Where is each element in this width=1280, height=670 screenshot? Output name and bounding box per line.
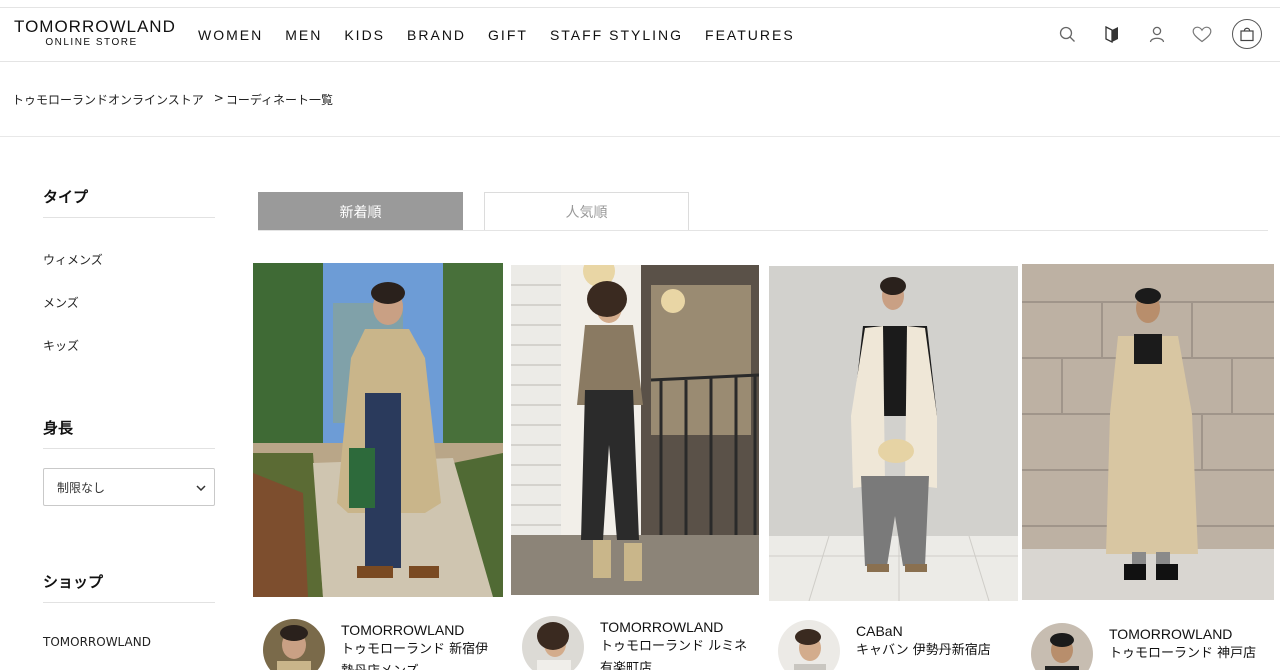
heart-icon[interactable] xyxy=(1187,18,1217,50)
header-icons xyxy=(1037,18,1262,50)
height-select[interactable]: 制限なし xyxy=(43,468,215,506)
nav-kids[interactable]: KIDS xyxy=(344,27,385,43)
staff-text: TOMORROWLAND トゥモローランド ルミネ 有楽町店 xyxy=(600,619,747,670)
nav-women[interactable]: WOMEN xyxy=(198,27,263,43)
coordinate-photo[interactable] xyxy=(769,266,1018,601)
tabs-underline xyxy=(258,230,1268,231)
search-icon[interactable] xyxy=(1052,18,1082,50)
coordinate-photo[interactable] xyxy=(1022,264,1274,600)
staff-brand: TOMORROWLAND xyxy=(600,619,724,635)
type-womens[interactable]: ウィメンズ xyxy=(43,251,215,268)
staff-avatar[interactable] xyxy=(263,619,325,670)
tab-newest[interactable]: 新着順 xyxy=(258,192,463,231)
shopping-bag-icon[interactable] xyxy=(1232,18,1262,50)
breadcrumb: トゥモローランドオンラインストア > コーディネート一覧 xyxy=(12,91,333,108)
height-select-value: 制限なし xyxy=(57,480,106,495)
staff-brand: CABaN xyxy=(856,623,903,639)
breadcrumb-home[interactable]: トゥモローランドオンラインストア xyxy=(12,91,204,108)
type-kids[interactable]: キッズ xyxy=(43,337,215,354)
staff-text: TOMORROWLAND トゥモローランド 神戸店 xyxy=(1109,626,1256,670)
type-mens[interactable]: メンズ xyxy=(43,294,215,311)
staff-brand: TOMORROWLAND xyxy=(341,622,465,638)
site-header: TOMORROWLAND ONLINE STORE WOMEN MEN KIDS… xyxy=(0,8,1280,62)
tab-popular[interactable]: 人気順 xyxy=(484,192,689,231)
coordinate-photo[interactable] xyxy=(511,265,759,595)
nav-brand[interactable]: BRAND xyxy=(407,27,466,43)
staff-shop-line-1: トゥモローランド 神戸店 xyxy=(1109,646,1257,661)
nav-men[interactable]: MEN xyxy=(285,27,322,43)
nav-staff-styling[interactable]: STAFF STYLING xyxy=(550,27,683,43)
breadcrumb-divider xyxy=(0,136,1280,137)
shop-tomorrowland[interactable]: TOMORROWLAND xyxy=(43,635,215,649)
staff-shop-line-2: 有楽町店 xyxy=(600,661,653,670)
sort-tabs: 新着順 人気順 xyxy=(258,192,689,231)
staff-text: TOMORROWLAND トゥモローランド 新宿伊 勢丹店メンズ xyxy=(341,622,488,670)
filter-sidebar: タイプ ウィメンズ メンズ キッズ 身長 制限なし ショップ TOMORROWL… xyxy=(43,186,215,649)
staff-avatar[interactable] xyxy=(522,616,584,670)
staff-info: TOMORROWLAND トゥモローランド 神戸店 xyxy=(1031,623,1256,670)
staff-shop-line-1: トゥモローランド 新宿伊 xyxy=(341,642,489,657)
staff-info: TOMORROWLAND トゥモローランド ルミネ 有楽町店 xyxy=(522,616,747,670)
staff-info: CABaN キャバン 伊勢丹新宿店 xyxy=(778,620,991,670)
user-icon[interactable] xyxy=(1142,18,1172,50)
coordinate-photo[interactable] xyxy=(253,263,503,597)
nav-features[interactable]: FEATURES xyxy=(705,27,795,43)
beginner-mark-icon[interactable] xyxy=(1097,18,1127,50)
staff-info: TOMORROWLAND トゥモローランド 新宿伊 勢丹店メンズ xyxy=(263,619,488,670)
staff-avatar[interactable] xyxy=(778,620,840,670)
main-nav: WOMEN MEN KIDS BRAND GIFT STAFF STYLING … xyxy=(198,27,817,43)
staff-shop-line-1: キャバン 伊勢丹新宿店 xyxy=(856,643,991,658)
height-heading: 身長 xyxy=(43,417,215,449)
site-logo[interactable]: TOMORROWLAND ONLINE STORE xyxy=(14,17,176,50)
top-strip xyxy=(0,0,1280,8)
staff-shop-line-2: 勢丹店メンズ xyxy=(341,661,488,670)
logo-main-text: TOMORROWLAND xyxy=(14,17,176,36)
chevron-down-icon xyxy=(196,480,206,494)
shop-heading: ショップ xyxy=(43,571,215,603)
logo-sub-text: ONLINE STORE xyxy=(45,37,138,48)
breadcrumb-current: コーディネート一覧 xyxy=(225,93,333,107)
breadcrumb-separator: > xyxy=(213,91,224,105)
staff-avatar[interactable] xyxy=(1031,623,1093,670)
type-heading: タイプ xyxy=(43,186,215,218)
staff-text: CABaN キャバン 伊勢丹新宿店 xyxy=(856,623,991,670)
staff-shop-line-1: トゥモローランド ルミネ xyxy=(600,639,748,654)
staff-brand: TOMORROWLAND xyxy=(1109,626,1233,642)
nav-gift[interactable]: GIFT xyxy=(488,27,528,43)
